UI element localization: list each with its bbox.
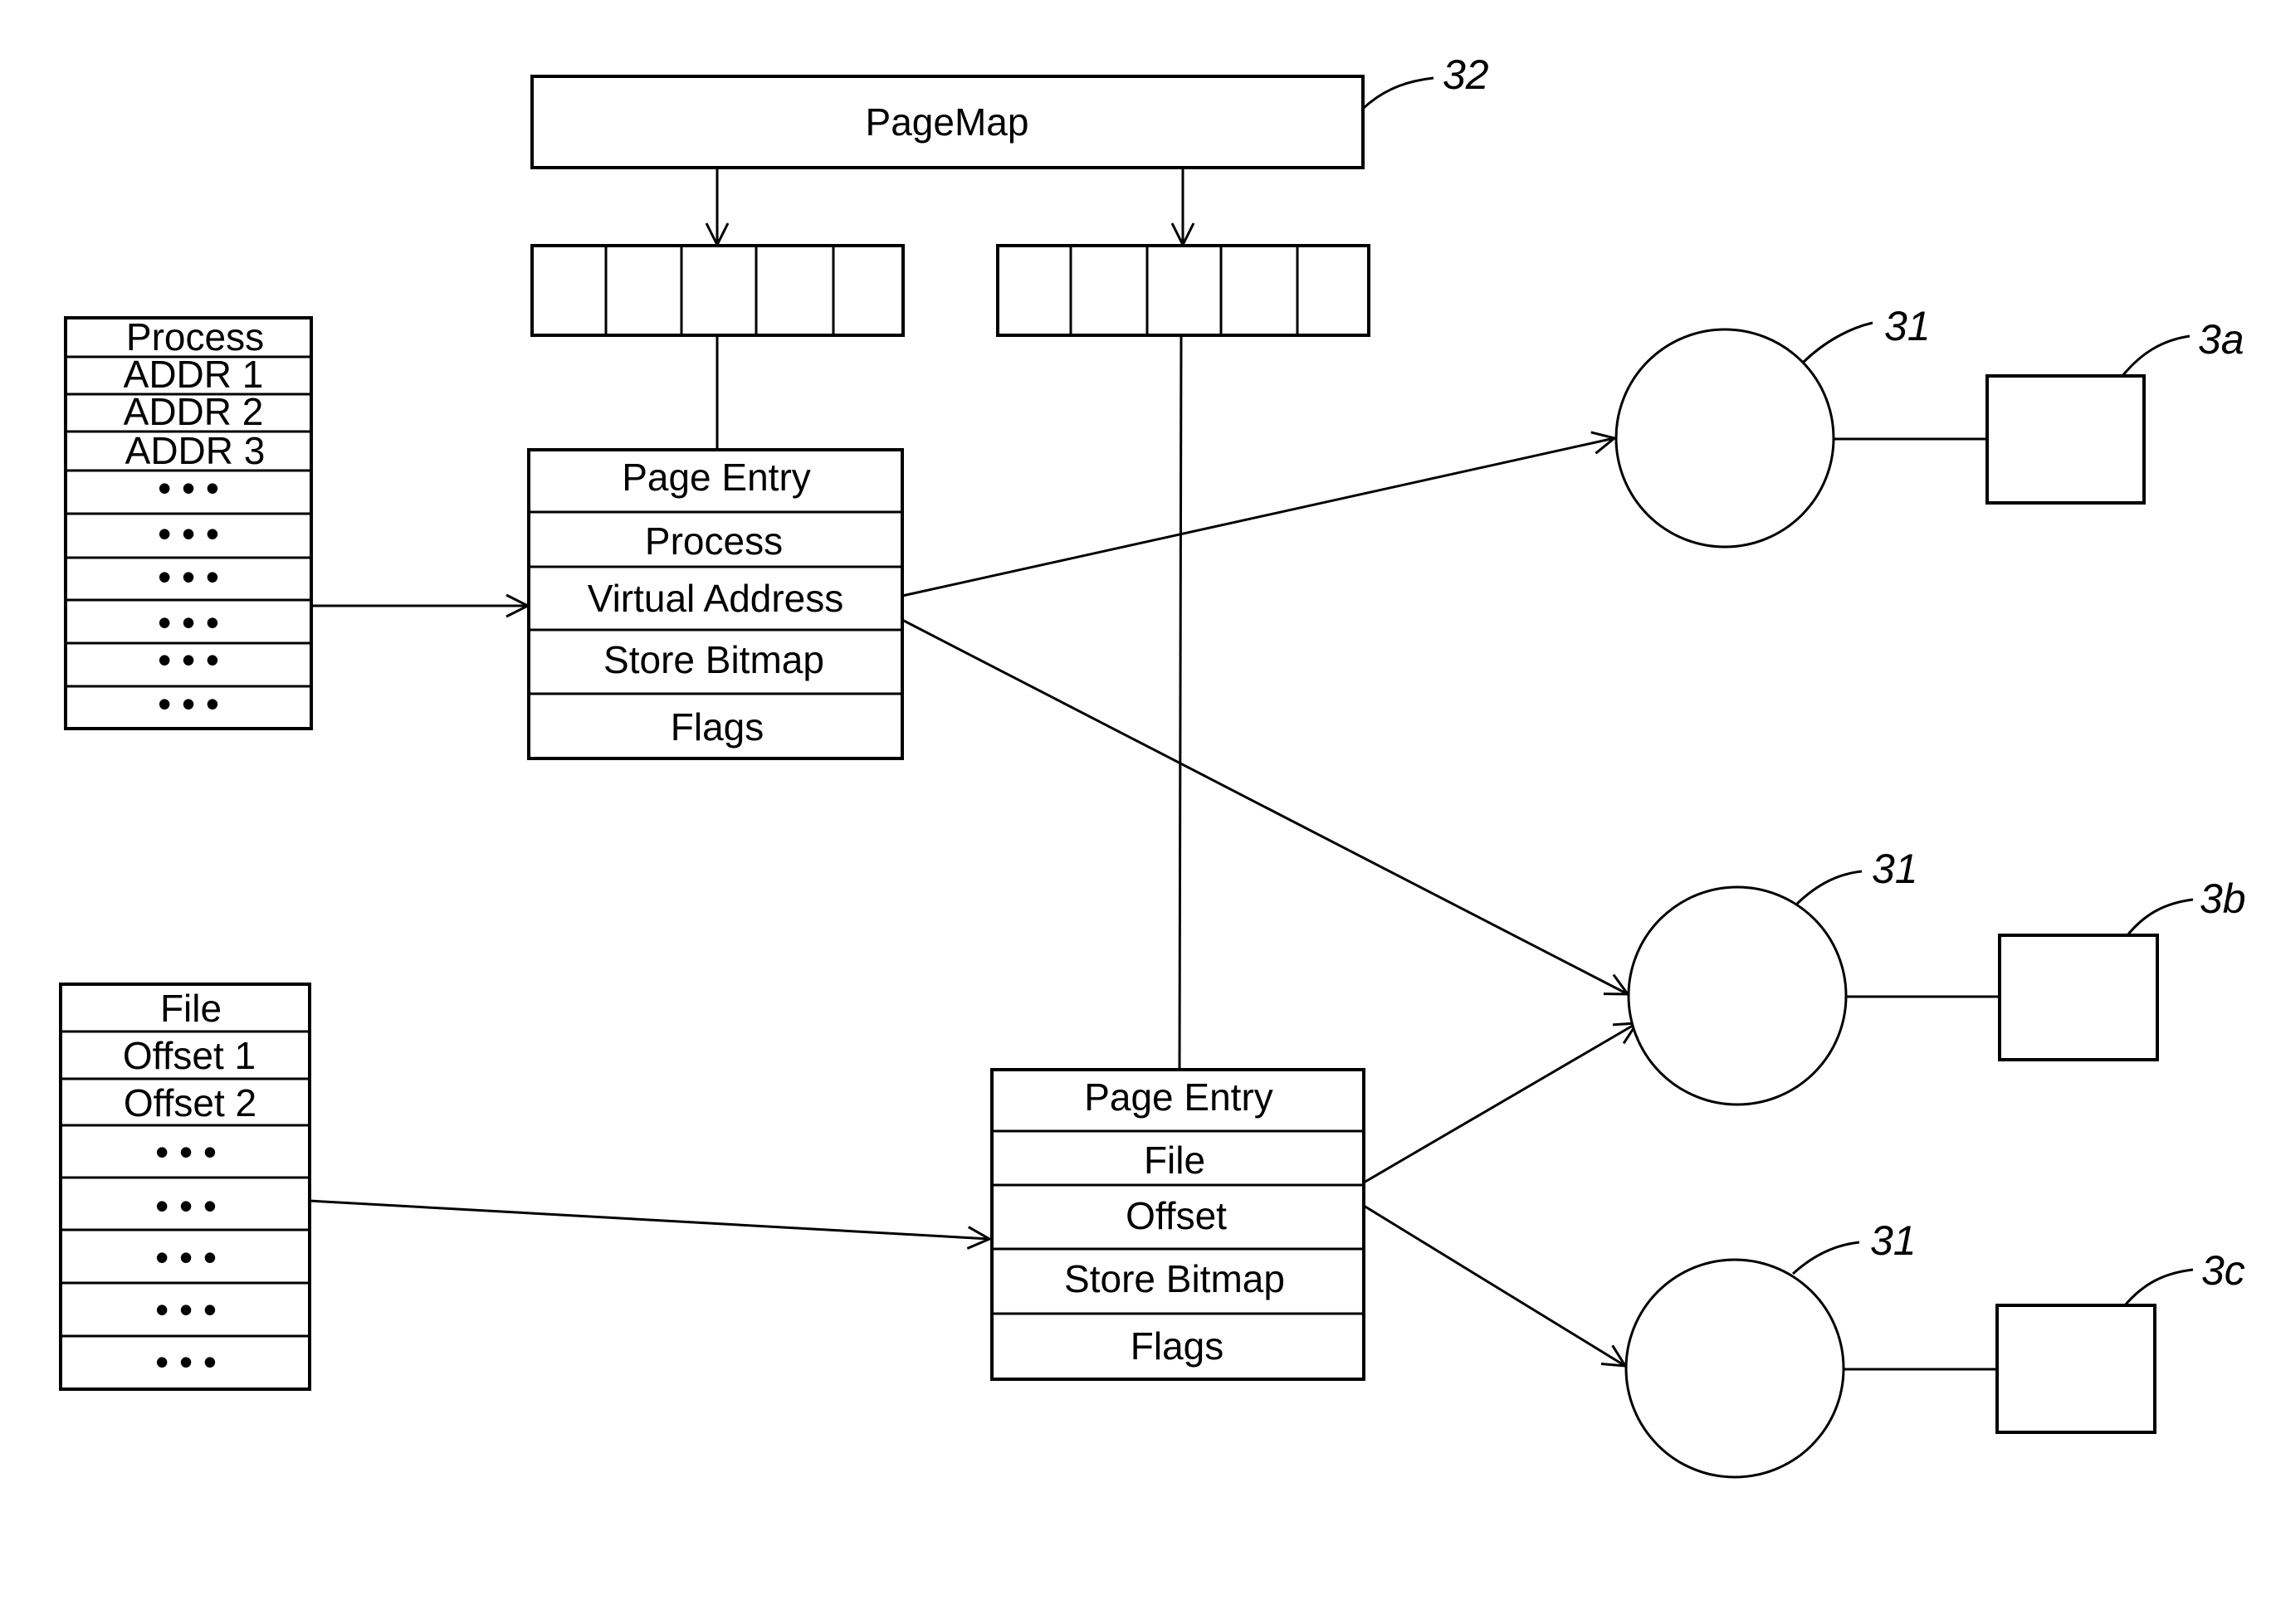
file-entry-field: File xyxy=(1144,1139,1205,1182)
store-circle xyxy=(1614,328,1835,549)
process-table-row: • • • xyxy=(158,638,219,681)
file-table: File Offset 1 Offset 2 • • • • • • • • •… xyxy=(59,983,311,1391)
pagemap-ref-label: 32 xyxy=(1443,51,1489,98)
process-entry-field: Process xyxy=(645,519,783,563)
page-mapping-diagram: PageMap 32 Process ADDR 1 ADDR 2 ADDR 3 … xyxy=(59,51,2246,1479)
file-table-row: • • • xyxy=(155,1184,217,1227)
pagemap-label: PageMap xyxy=(866,100,1029,144)
process-entry-field: Store Bitmap xyxy=(603,638,824,681)
device-ref-leader xyxy=(2121,334,2191,377)
file-table-row: • • • xyxy=(155,1130,217,1173)
device-box-3b xyxy=(1998,934,2159,1061)
process-page-entry: Page Entry Process Virtual Address Store… xyxy=(527,448,904,760)
store-circle xyxy=(1624,1258,1845,1479)
process-table-row: • • • xyxy=(158,555,219,598)
store-bitmap-to-store-c-arrow xyxy=(1363,1204,1625,1366)
file-entry-field: Offset xyxy=(1126,1194,1227,1237)
file-page-entry: Page Entry File Offset Store Bitmap Flag… xyxy=(990,1068,1365,1381)
store-b: 31 3b xyxy=(1627,846,2246,1106)
device-box-3a xyxy=(1985,374,2146,505)
virtual-address-to-store-a-arrow xyxy=(901,438,1614,597)
process-entry-field: Virtual Address xyxy=(588,577,844,620)
pagemap-array-1 xyxy=(530,244,905,337)
device-ref-label: 3b xyxy=(2200,875,2246,922)
store-ref-label: 31 xyxy=(1872,846,1918,892)
store-c: 31 3c xyxy=(1624,1217,2245,1479)
array-2-to-file-entry-line xyxy=(1178,334,1183,1070)
file-table-row: Offset 2 xyxy=(124,1081,256,1124)
file-entry-field: Flags xyxy=(1131,1324,1223,1368)
pagemap-ref-leader xyxy=(1362,76,1434,110)
file-table-row: Offset 1 xyxy=(123,1034,256,1077)
store-a: 31 3a xyxy=(1614,303,2244,549)
file-entry-field: Store Bitmap xyxy=(1064,1257,1285,1300)
device-ref-label: 3a xyxy=(2198,316,2244,363)
file-table-row: • • • xyxy=(155,1288,217,1331)
store-ref-leader xyxy=(1802,321,1873,363)
process-table-row: • • • xyxy=(158,512,219,555)
file-table-row: • • • xyxy=(155,1340,217,1383)
process-entry-field: Page Entry xyxy=(622,456,811,499)
process-table-row: • • • xyxy=(158,682,219,725)
file-table-header: File xyxy=(160,987,222,1030)
device-ref-label: 3c xyxy=(2201,1247,2245,1294)
store-ref-leader xyxy=(1795,870,1863,905)
store-ref-label: 31 xyxy=(1870,1217,1917,1264)
process-table-row: • • • xyxy=(158,466,219,510)
file-entry-field: Page Entry xyxy=(1084,1075,1273,1119)
file-table-row: • • • xyxy=(155,1236,217,1279)
process-table-row: ADDR 2 xyxy=(124,390,264,433)
virtual-address-to-store-b-arrow xyxy=(901,618,1628,994)
device-ref-leader xyxy=(2123,1268,2194,1306)
offset-to-store-b-arrow xyxy=(1363,1023,1637,1184)
process-table: Process ADDR 1 ADDR 2 ADDR 3 • • • • • •… xyxy=(64,315,313,730)
device-ref-leader xyxy=(2126,898,2194,936)
process-entry-field: Flags xyxy=(671,705,764,749)
pagemap-array-2 xyxy=(996,244,1370,337)
file-table-to-entry-arrow xyxy=(309,1199,989,1239)
store-ref-label: 31 xyxy=(1884,303,1931,349)
store-circle xyxy=(1627,885,1848,1106)
store-ref-leader xyxy=(1791,1241,1860,1275)
device-box-3c xyxy=(1995,1304,2156,1434)
pagemap-box: PageMap xyxy=(530,75,1365,169)
